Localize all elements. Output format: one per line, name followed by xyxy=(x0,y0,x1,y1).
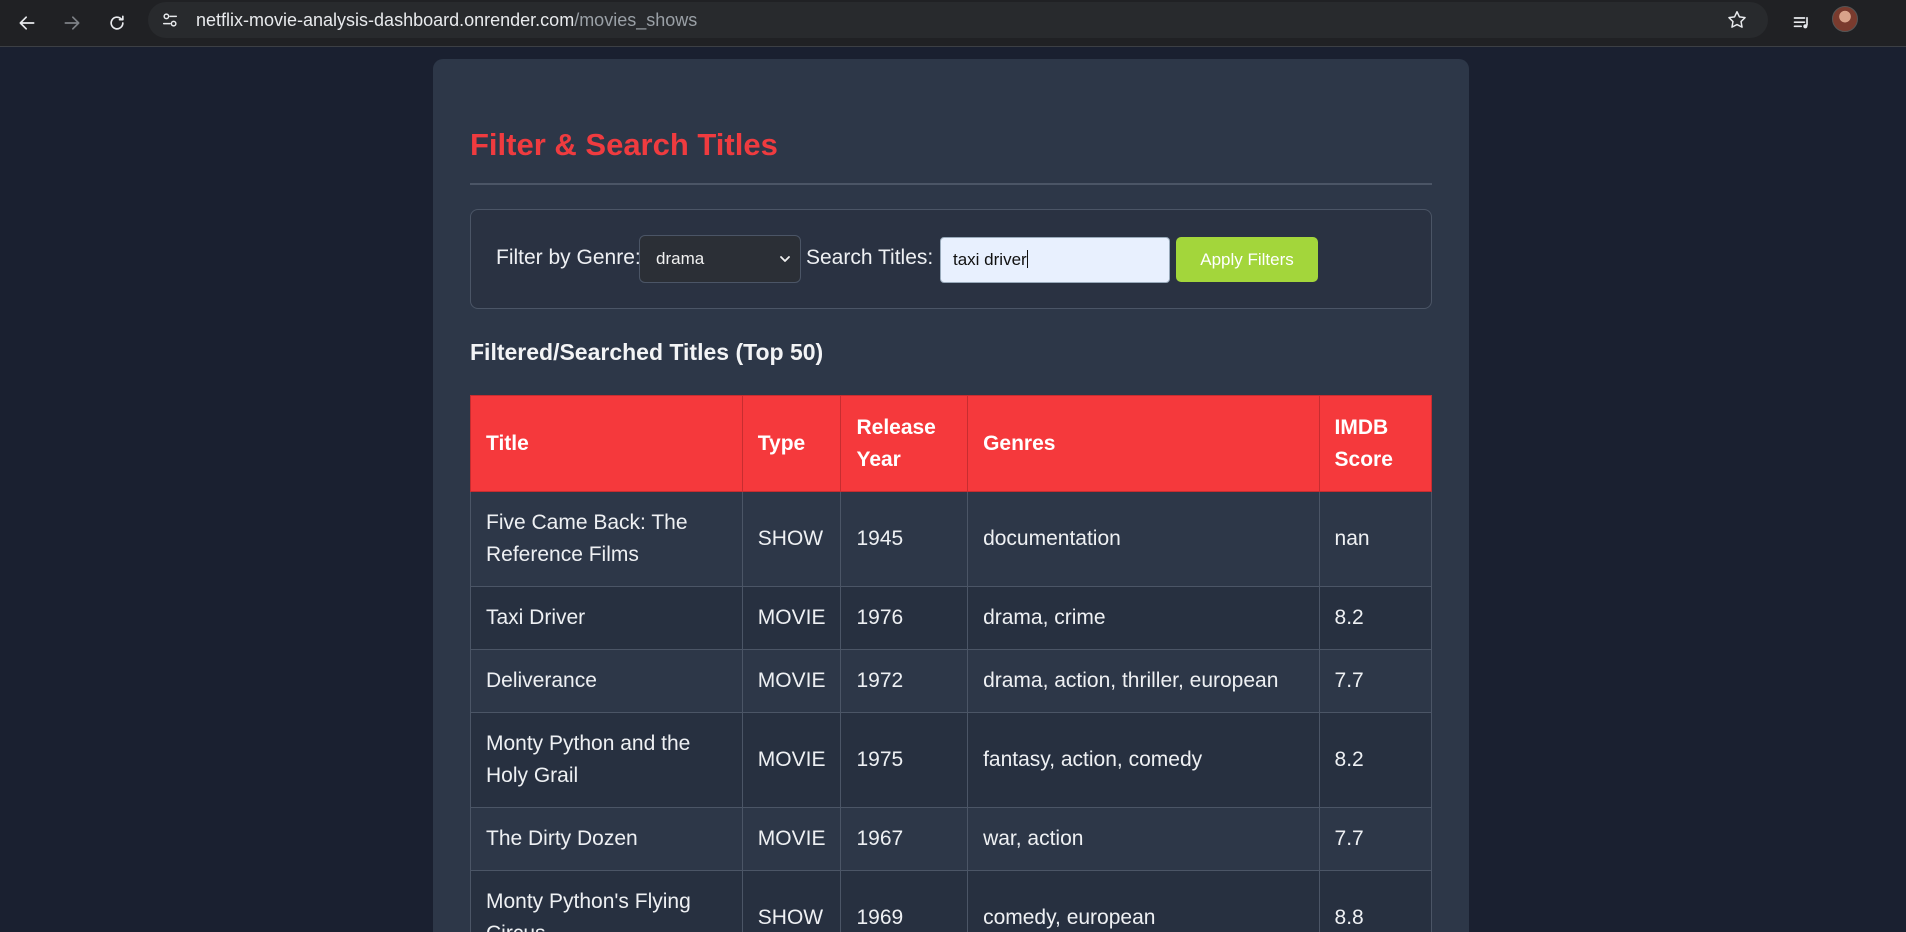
cell-genres: drama, crime xyxy=(967,586,1320,650)
forward-arrow-icon[interactable] xyxy=(55,6,89,40)
profile-avatar[interactable] xyxy=(1832,6,1858,32)
cell-title: Monty Python and the Holy Grail xyxy=(470,712,743,808)
cell-score: 7.7 xyxy=(1318,649,1433,713)
table-row: Five Came Back: The Reference Films SHOW… xyxy=(470,491,1433,587)
cell-score: 8.8 xyxy=(1318,870,1433,932)
text-caret xyxy=(1026,250,1028,268)
address-bar[interactable]: netflix-movie-analysis-dashboard.onrende… xyxy=(148,2,1768,38)
cell-year: 1945 xyxy=(840,491,969,587)
cell-genres: fantasy, action, comedy xyxy=(967,712,1320,808)
cell-title: Five Came Back: The Reference Films xyxy=(470,491,743,587)
column-header-release-year: Release Year xyxy=(840,395,969,492)
cell-year: 1967 xyxy=(840,807,969,871)
cell-genres: documentation xyxy=(967,491,1320,587)
cell-score: nan xyxy=(1318,491,1433,587)
cell-type: MOVIE xyxy=(741,712,842,808)
cell-year: 1969 xyxy=(840,870,969,932)
browser-toolbar: netflix-movie-analysis-dashboard.onrende… xyxy=(0,0,1906,47)
cell-title: The Dirty Dozen xyxy=(470,807,743,871)
column-header-title: Title xyxy=(470,395,743,492)
table-row: Deliverance MOVIE 1972 drama, action, th… xyxy=(470,649,1433,713)
cell-year: 1972 xyxy=(840,649,969,713)
search-label: Search Titles: xyxy=(806,246,934,269)
url-text: netflix-movie-analysis-dashboard.onrende… xyxy=(196,10,697,31)
cell-type: SHOW xyxy=(741,870,842,932)
cell-score: 8.2 xyxy=(1318,586,1433,650)
chevron-down-icon xyxy=(778,251,792,265)
search-input[interactable]: taxi driver xyxy=(940,237,1170,283)
cell-type: MOVIE xyxy=(741,649,842,713)
url-path: /movies_shows xyxy=(574,10,698,30)
genre-selected-value: drama xyxy=(656,249,705,268)
filter-form: Filter by Genre: drama Search Titles: ta… xyxy=(470,209,1432,309)
title-divider xyxy=(470,183,1432,185)
table-header-row: Title Type Release Year Genres IMDB Scor… xyxy=(470,395,1433,492)
url-host: netflix-movie-analysis-dashboard.onrende… xyxy=(196,10,575,30)
column-header-imdb-score: IMDB Score xyxy=(1318,395,1433,492)
genre-select[interactable]: drama xyxy=(639,235,801,283)
table-row: Monty Python's Flying Circus SHOW 1969 c… xyxy=(470,870,1433,932)
cell-score: 8.2 xyxy=(1318,712,1433,808)
cell-title: Monty Python's Flying Circus xyxy=(470,870,743,932)
cell-year: 1976 xyxy=(840,586,969,650)
cell-type: MOVIE xyxy=(741,586,842,650)
cell-title: Deliverance xyxy=(470,649,743,713)
back-arrow-icon[interactable] xyxy=(10,6,44,40)
cell-title: Taxi Driver xyxy=(470,586,743,650)
results-heading: Filtered/Searched Titles (Top 50) xyxy=(470,339,824,365)
bookmark-star-icon[interactable] xyxy=(1726,9,1748,31)
media-queue-icon[interactable] xyxy=(1785,6,1819,40)
results-table: Title Type Release Year Genres IMDB Scor… xyxy=(470,395,1433,932)
site-settings-icon[interactable] xyxy=(160,10,180,30)
page-title: Filter & Search Titles xyxy=(470,127,778,162)
genre-label: Filter by Genre: xyxy=(496,246,641,269)
table-row: The Dirty Dozen MOVIE 1967 war, action 7… xyxy=(470,807,1433,871)
search-input-value: taxi driver xyxy=(953,250,1027,269)
column-header-genres: Genres xyxy=(967,395,1320,492)
cell-genres: drama, action, thriller, european xyxy=(967,649,1320,713)
cell-score: 7.7 xyxy=(1318,807,1433,871)
cell-genres: war, action xyxy=(967,807,1320,871)
apply-filters-button[interactable]: Apply Filters xyxy=(1176,237,1318,282)
cell-genres: comedy, european xyxy=(967,870,1320,932)
cell-type: MOVIE xyxy=(741,807,842,871)
cell-type: SHOW xyxy=(741,491,842,587)
cell-year: 1975 xyxy=(840,712,969,808)
reload-icon[interactable] xyxy=(100,6,134,40)
table-row: Taxi Driver MOVIE 1976 drama, crime 8.2 xyxy=(470,586,1433,650)
column-header-type: Type xyxy=(741,395,842,492)
table-row: Monty Python and the Holy Grail MOVIE 19… xyxy=(470,712,1433,808)
content-card: Filter & Search Titles Filter by Genre: … xyxy=(433,59,1469,932)
